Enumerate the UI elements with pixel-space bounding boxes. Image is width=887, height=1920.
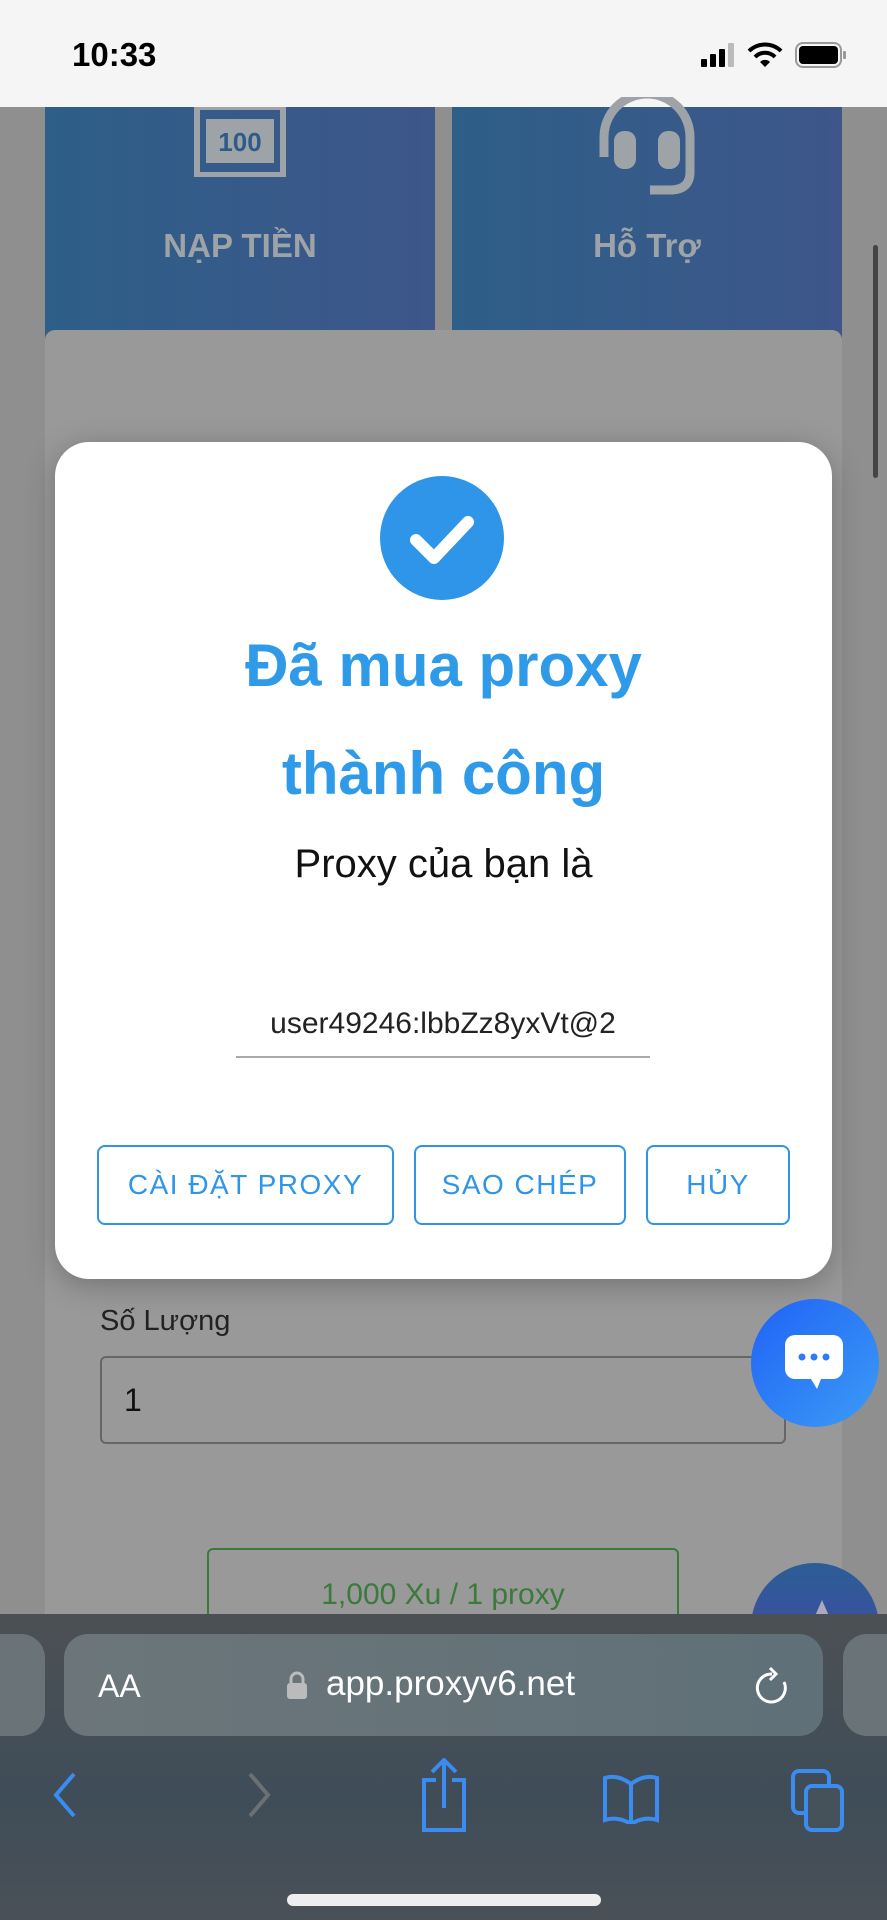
share-icon[interactable] [420, 1758, 468, 1834]
dialog-subtitle: Proxy của bạn là [294, 842, 593, 886]
next-tab[interactable] [843, 1634, 887, 1736]
url-text[interactable]: app.proxyv6.net [326, 1664, 575, 1704]
title-line-2: thành công [281, 740, 606, 807]
wifi-icon [747, 42, 783, 67]
install-proxy-button[interactable]: CÀI ĐẶT PROXY [97, 1145, 394, 1225]
headset-icon [599, 97, 695, 195]
battery-icon [795, 42, 846, 68]
lock-icon [287, 1671, 307, 1699]
success-dialog: Đã mua proxy thành công Proxy của bạn là… [55, 442, 832, 1279]
title-line-1: Đã mua proxy [245, 632, 642, 699]
dialog-title: Đã mua proxy thành công [55, 612, 832, 828]
text-size-button[interactable]: AA [98, 1668, 141, 1705]
forward-icon[interactable] [244, 1770, 274, 1820]
bookmarks-icon[interactable] [602, 1774, 660, 1824]
back-icon[interactable] [50, 1770, 80, 1820]
status-bar: 10:33 [0, 0, 887, 107]
money-bill-100-icon: 100 [194, 107, 286, 177]
tabs-icon[interactable] [790, 1768, 846, 1834]
quantity-label: Số Lượng [100, 1305, 231, 1337]
signal-icon [701, 43, 734, 67]
tile-label: NẠP TIỀN [163, 227, 317, 264]
home-indicator[interactable] [287, 1894, 601, 1906]
reload-icon[interactable] [754, 1666, 794, 1708]
chat-button[interactable] [751, 1299, 879, 1427]
status-time: 10:33 [72, 36, 157, 73]
copy-button[interactable]: SAO CHÉP [414, 1145, 626, 1225]
scrollbar[interactable] [873, 245, 878, 478]
cancel-button[interactable]: HỦY [646, 1145, 790, 1225]
svg-text:100: 100 [218, 127, 261, 157]
tile-label: Hỗ Trợ [593, 227, 701, 264]
check-circle-icon [380, 476, 504, 600]
address-bar[interactable]: AA app.proxyv6.net [64, 1634, 823, 1736]
prev-tab[interactable] [0, 1634, 45, 1736]
quantity-input[interactable] [100, 1356, 786, 1444]
proxy-value-input[interactable] [236, 992, 650, 1058]
chat-bubble-icon [785, 1335, 843, 1389]
browser-toolbar: AA app.proxyv6.net [0, 1614, 887, 1920]
